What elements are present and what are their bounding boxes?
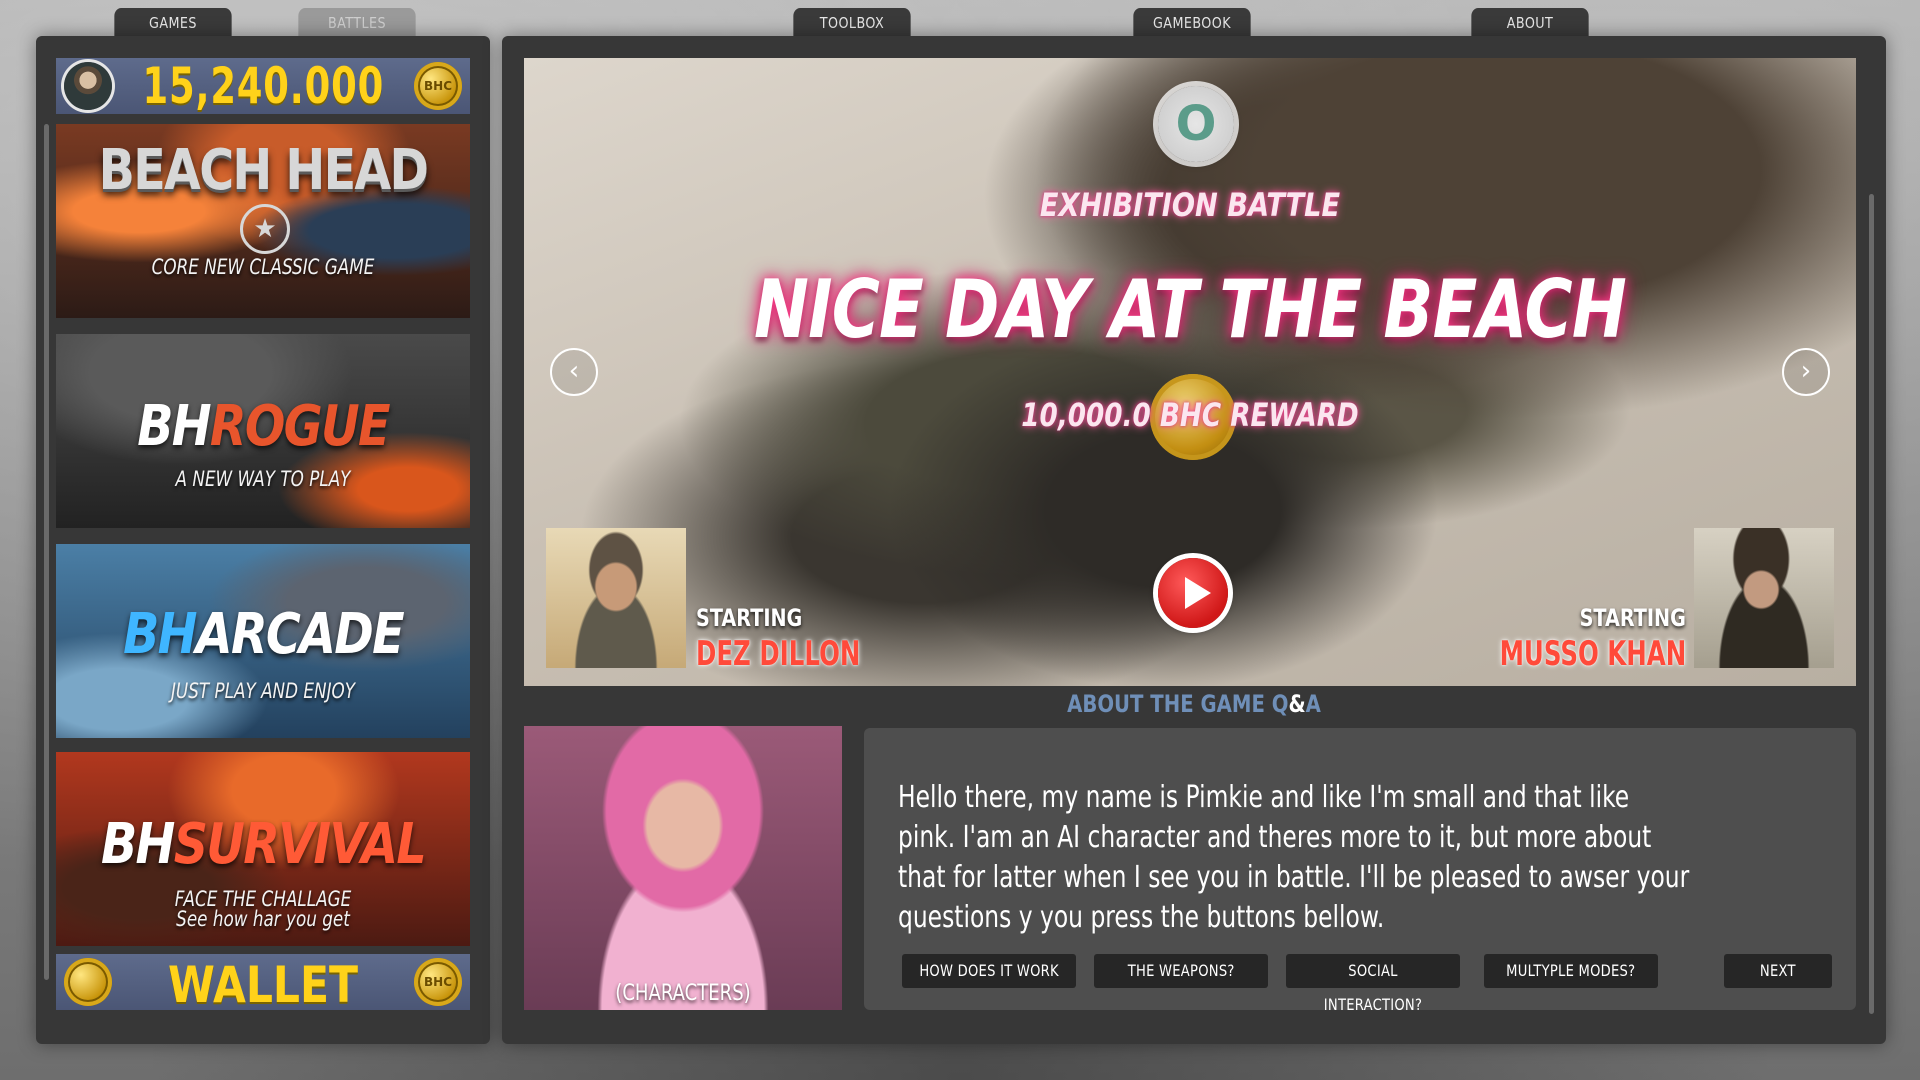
social-interaction-button[interactable]: SOCIAL INTERACTION? [1286,954,1460,1014]
tab-battles[interactable]: BATTLES [298,8,416,36]
tab-gamebook[interactable]: GAMEBOOK [1133,8,1251,36]
exhibition-badge-icon: O [1158,86,1234,162]
game-subtitle: CORE NEW CLASSIC GAME [151,255,375,279]
avatar[interactable] [64,62,112,110]
button-label: MULTYPLE MODES? [1506,961,1636,980]
weapons-button[interactable]: THE WEAPONS? [1094,954,1268,988]
starting-label-left: STARTING [696,604,803,632]
player-portrait-right [1694,528,1834,668]
coin-icon: BHC [414,62,462,110]
button-label: NEXT [1760,961,1796,980]
dialog-message: Hello there, my name is Pimkie and like … [898,780,1690,935]
game-title-name: SURVIVAL [173,812,427,877]
game-title: BHROGUE [87,394,439,459]
button-label: THE WEAPONS? [1127,961,1235,980]
game-title-prefix: BH [137,394,211,459]
player-portrait-left [546,528,686,668]
game-title-prefix: BH [100,812,175,877]
battle-reward: 10,000.0 BHC REWARD [1021,396,1359,434]
balance-value: 15,240.000 [142,57,384,115]
button-label: HOW DOES IT WORK [919,961,1059,980]
qa-heading-end: A [1305,690,1321,718]
game-title-name: ROGUE [209,394,391,459]
balance-bar: 15,240.000 BHC [56,57,470,115]
qa-heading-amp: & [1288,690,1306,718]
button-label: SOCIAL INTERACTION? [1323,961,1423,1014]
battle-hero: O EXHIBITION BATTLE NICE DAY AT THE BEAC… [524,58,1856,686]
character-label: (CHARACTERS) [615,981,751,1006]
game-subtitle: A NEW WAY TO PLAY [175,467,351,491]
game-subtitle-secondary: See how har you get [176,907,350,931]
player-name-left: DEZ DILLON [696,634,861,674]
next-button[interactable]: NEXT [1724,954,1832,988]
character-card[interactable]: (CHARACTERS) [524,726,842,1010]
battle-title: NICE DAY AT THE BEACH [754,263,1627,356]
star-emblem-icon: ★ [240,204,290,254]
game-title: BHARCADE [87,602,439,667]
next-battle-button[interactable]: › [1782,348,1830,396]
game-card-bh-survival[interactable]: BHSURVIVAL FACE THE CHALLAGE See how har… [56,752,470,946]
dialog-box: Hello there, my name is Pimkie and like … [864,728,1856,1014]
coin-icon: BHC [414,958,462,1006]
sidebar-scrollbar[interactable] [44,124,49,980]
multiple-modes-button[interactable]: MULTYPLE MODES? [1484,954,1658,988]
qa-heading-main: ABOUT THE GAME Q [1067,690,1289,718]
qa-heading: ABOUT THE GAME Q&A [627,690,1762,718]
game-card-beach-head[interactable]: BEACH HEAD ★ CORE NEW CLASSIC GAME [56,124,470,318]
prev-battle-button[interactable]: ‹ [550,348,598,396]
wallet-button[interactable]: WALLET BHC [56,954,470,1014]
game-title: BHSURVIVAL [87,812,439,877]
starting-label-right: STARTING [1579,604,1686,632]
player-name-right: MUSSO KHAN [1499,634,1686,674]
main-panel: O EXHIBITION BATTLE NICE DAY AT THE BEAC… [502,36,1886,1044]
main-scrollbar[interactable] [1869,194,1874,1014]
game-title-name: ARCADE [195,602,405,667]
wallet-label: WALLET [167,956,359,1014]
game-subtitle: JUST PLAY AND ENJOY [170,679,356,703]
game-card-bh-rogue[interactable]: BHROGUE A NEW WAY TO PLAY [56,334,470,528]
tab-games[interactable]: GAMES [114,8,232,36]
game-title: BEACH HEAD [98,138,429,203]
tab-toolbox[interactable]: TOOLBOX [793,8,911,36]
how-does-it-work-button[interactable]: HOW DOES IT WORK [902,954,1076,988]
game-card-bh-arcade[interactable]: BHARCADE JUST PLAY AND ENJOY [56,544,470,738]
play-button[interactable] [1158,558,1228,628]
game-title-prefix: BH [123,602,197,667]
battle-type-label: EXHIBITION BATTLE [1039,186,1341,224]
tab-about[interactable]: ABOUT [1471,8,1589,36]
games-sidebar: 15,240.000 BHC BEACH HEAD ★ CORE NEW CLA… [36,36,490,1044]
